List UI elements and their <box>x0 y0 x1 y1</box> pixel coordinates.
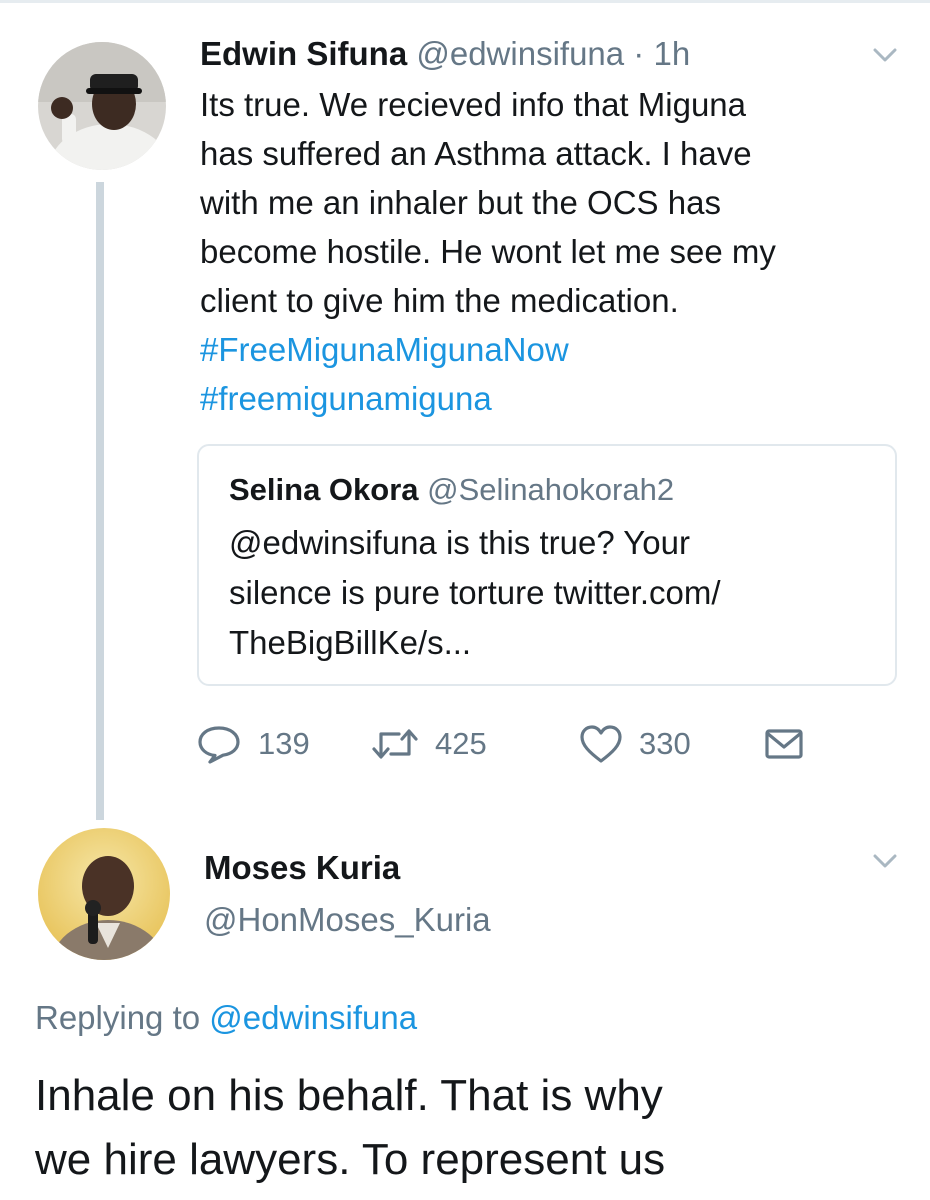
tweet-text-line: client to give him the medication. <box>200 282 679 319</box>
thread-line <box>96 182 104 820</box>
tweet-text: Its true. We recieved info that Miguna h… <box>200 80 860 423</box>
top-divider <box>0 0 930 3</box>
author-name[interactable]: Edwin Sifuna <box>200 35 407 72</box>
hashtag-link[interactable]: #FreeMigunaMigunaNow <box>200 325 860 374</box>
like-count: 330 <box>639 726 691 761</box>
reply-text-line: we hire lawyers. To represent us <box>35 1135 666 1184</box>
tweet-timestamp[interactable]: 1h <box>653 35 690 72</box>
quoted-tweet-header: Selina Okora @Selinahokorah2 <box>229 468 674 512</box>
like-button[interactable]: 330 <box>579 720 691 768</box>
direct-message-button[interactable] <box>764 720 804 768</box>
reply-text-line: Inhale on his behalf. That is why <box>35 1071 663 1120</box>
author-handle[interactable]: @edwinsifuna <box>416 35 624 72</box>
reply-button[interactable]: 139 <box>196 720 310 768</box>
quoted-author-handle: @Selinahokorah2 <box>427 472 675 507</box>
quoted-tweet-card[interactable]: Selina Okora @Selinahokorah2 @edwinsifun… <box>197 444 897 686</box>
reply-author-handle[interactable]: @HonMoses_Kuria <box>204 898 491 942</box>
retweet-button[interactable]: 425 <box>371 720 487 768</box>
quoted-text-line: silence is pure torture twitter.com/ <box>229 574 721 611</box>
heart-icon <box>580 725 622 763</box>
reply-count: 139 <box>258 726 310 761</box>
tweet-text-line: has suffered an Asthma attack. I have <box>200 135 752 172</box>
quoted-tweet-text: @edwinsifuna is this true? Your silence … <box>229 518 721 668</box>
tweet-actions: 139 425 330 <box>196 720 856 768</box>
reply-author-avatar[interactable] <box>38 828 170 960</box>
hashtag-link[interactable]: #freemigunamiguna <box>200 374 860 423</box>
replying-to: Replying to @edwinsifuna <box>35 996 417 1040</box>
tweet-header: Edwin Sifuna @edwinsifuna · 1h <box>200 32 690 76</box>
quoted-text-line: @edwinsifuna is this true? Your <box>229 524 690 561</box>
reply-icon <box>198 726 240 764</box>
replying-to-link[interactable]: @edwinsifuna <box>209 999 417 1036</box>
retweet-count: 425 <box>435 726 487 761</box>
quoted-author-name: Selina Okora <box>229 472 419 507</box>
chevron-down-icon[interactable] <box>872 852 898 870</box>
retweet-icon <box>372 729 418 759</box>
author-avatar[interactable] <box>38 42 166 170</box>
replying-to-label: Replying to <box>35 999 201 1036</box>
tweet-text-line: become hostile. He wont let me see my <box>200 233 776 270</box>
quoted-text-line: TheBigBillKe/s... <box>229 624 472 661</box>
reply-text: Inhale on his behalf. That is why we hir… <box>35 1064 665 1192</box>
tweet-text-line: with me an inhaler but the OCS has <box>200 184 721 221</box>
envelope-icon <box>765 729 803 759</box>
header-separator: · <box>633 35 645 72</box>
chevron-down-icon[interactable] <box>872 46 898 64</box>
tweet-text-line: Its true. We recieved info that Miguna <box>200 86 746 123</box>
reply-author-name[interactable]: Moses Kuria <box>204 846 400 890</box>
